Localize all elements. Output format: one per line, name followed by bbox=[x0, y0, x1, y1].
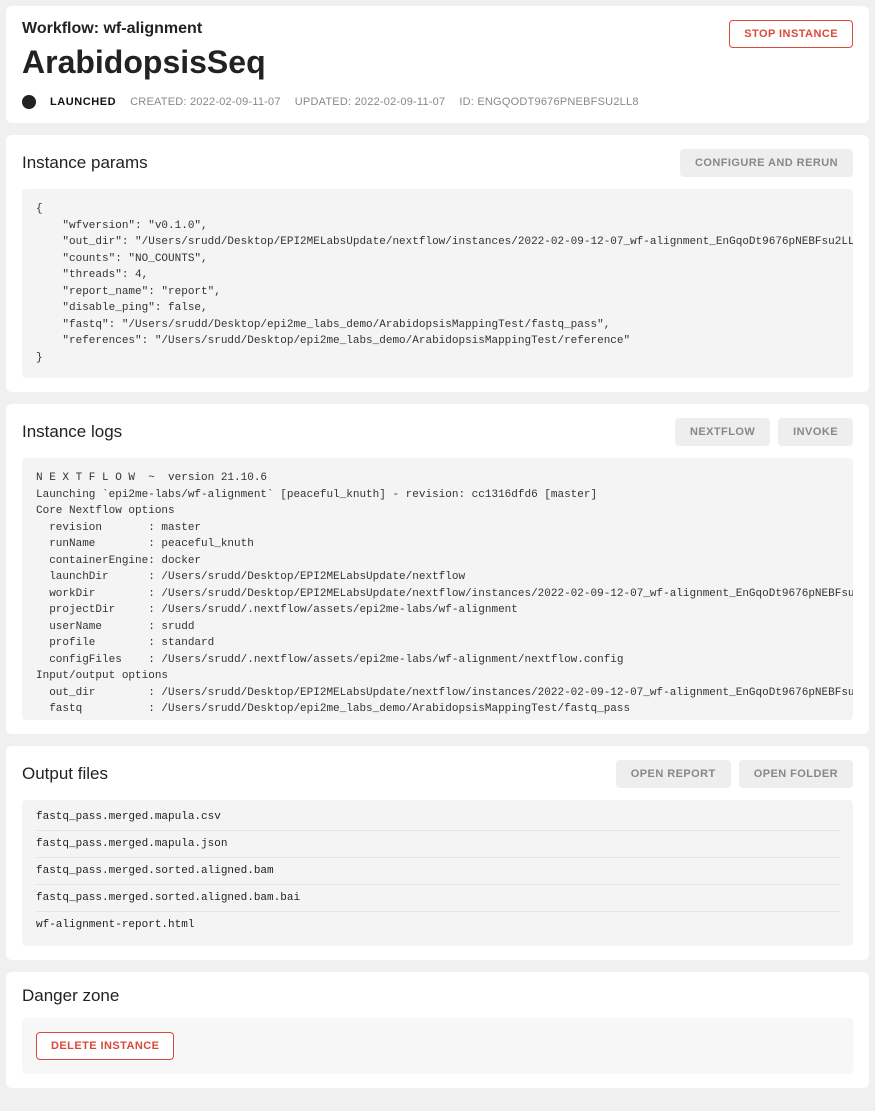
instance-title: ArabidopsisSeq bbox=[22, 44, 266, 81]
logs-panel: Instance logs NEXTFLOW INVOKE N E X T F … bbox=[6, 404, 869, 734]
open-report-button[interactable]: OPEN REPORT bbox=[616, 760, 731, 788]
output-file-item[interactable]: fastq_pass.merged.mapula.csv bbox=[36, 804, 839, 831]
meta-row: LAUNCHED CREATED: 2022-02-09-11-07 UPDAT… bbox=[22, 95, 853, 109]
invoke-button[interactable]: INVOKE bbox=[778, 418, 853, 446]
output-file-item[interactable]: fastq_pass.merged.mapula.json bbox=[36, 831, 839, 858]
status-dot-icon bbox=[22, 95, 36, 109]
outputs-panel: Output files OPEN REPORT OPEN FOLDER fas… bbox=[6, 746, 869, 960]
danger-title: Danger zone bbox=[22, 986, 119, 1006]
nextflow-button[interactable]: NEXTFLOW bbox=[675, 418, 770, 446]
configure-rerun-button[interactable]: CONFIGURE AND RERUN bbox=[680, 149, 853, 177]
logs-text: N E X T F L O W ~ version 21.10.6 Launch… bbox=[22, 458, 853, 720]
created-meta: CREATED: 2022-02-09-11-07 bbox=[130, 96, 281, 108]
outputs-title: Output files bbox=[22, 764, 108, 784]
id-meta: ID: ENGQODT9676PNEBFSU2LL8 bbox=[459, 96, 638, 108]
stop-instance-button[interactable]: STOP INSTANCE bbox=[729, 20, 853, 48]
header-panel: Workflow: wf-alignment ArabidopsisSeq ST… bbox=[6, 6, 869, 123]
params-title: Instance params bbox=[22, 153, 148, 173]
updated-meta: UPDATED: 2022-02-09-11-07 bbox=[295, 96, 446, 108]
output-file-list: fastq_pass.merged.mapula.csv fastq_pass.… bbox=[22, 800, 853, 946]
logs-title: Instance logs bbox=[22, 422, 122, 442]
status-label: LAUNCHED bbox=[50, 96, 116, 108]
workflow-label: Workflow: wf-alignment bbox=[22, 20, 266, 38]
params-json: { "wfversion": "v0.1.0", "out_dir": "/Us… bbox=[22, 189, 853, 378]
output-file-item[interactable]: fastq_pass.merged.sorted.aligned.bam bbox=[36, 858, 839, 885]
danger-box: DELETE INSTANCE bbox=[22, 1018, 853, 1074]
danger-panel: Danger zone DELETE INSTANCE bbox=[6, 972, 869, 1088]
delete-instance-button[interactable]: DELETE INSTANCE bbox=[36, 1032, 174, 1060]
output-file-item[interactable]: wf-alignment-report.html bbox=[36, 912, 839, 938]
open-folder-button[interactable]: OPEN FOLDER bbox=[739, 760, 853, 788]
params-panel: Instance params CONFIGURE AND RERUN { "w… bbox=[6, 135, 869, 392]
output-file-item[interactable]: fastq_pass.merged.sorted.aligned.bam.bai bbox=[36, 885, 839, 912]
